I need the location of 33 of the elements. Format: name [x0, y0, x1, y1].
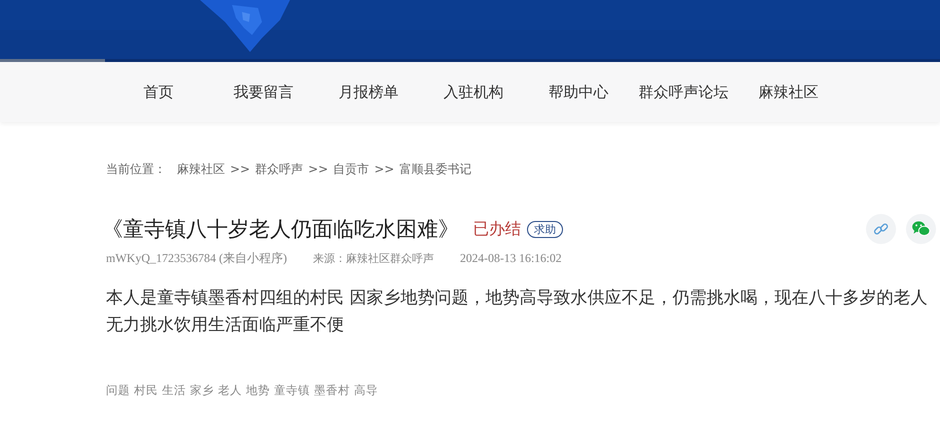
link-icon[interactable]: [866, 214, 896, 244]
post-time: 2024-08-13 16:16:02: [460, 250, 562, 266]
keyword-link[interactable]: 墨香村: [314, 383, 350, 398]
category-tag: 求助: [527, 220, 563, 238]
nav-link[interactable]: 首页: [106, 62, 211, 122]
breadcrumb-label: 当前位置：: [106, 160, 166, 178]
breadcrumb-separator: >>: [230, 162, 250, 176]
keyword-link[interactable]: 童寺镇: [274, 383, 310, 398]
breadcrumb-link[interactable]: 自贡市: [333, 160, 370, 178]
breadcrumb-link[interactable]: 群众呼声: [255, 160, 304, 178]
nav-link[interactable]: 月报榜单: [316, 62, 421, 122]
nav-link[interactable]: 入驻机构: [421, 62, 526, 122]
status-label: 已办结: [473, 218, 521, 240]
keyword-link[interactable]: 生活: [162, 383, 186, 398]
post-title: 《童寺镇八十岁老人仍面临吃水困难》: [102, 216, 459, 243]
breadcrumb-separator: >>: [308, 162, 328, 176]
breadcrumb-link[interactable]: 富顺县委书记: [399, 160, 472, 178]
author-text: mWKyQ_1723536784 (来自小程序): [106, 250, 287, 266]
breadcrumb-separator: >>: [374, 162, 394, 176]
nav-link[interactable]: 帮助中心: [526, 62, 631, 122]
source-text: 来源：麻辣社区群众呼声: [312, 250, 434, 266]
keyword-link[interactable]: 高导: [354, 383, 378, 398]
chat-bubbles-icon[interactable]: [906, 214, 936, 244]
nav-link[interactable]: 群众呼声论坛: [631, 62, 736, 122]
keyword-link[interactable]: 地势: [246, 383, 270, 398]
post-body: 本人是童寺镇墨香村四组的村民 因家乡地势问题，地势高导致水供应不足，仍需挑水喝，现在八十多岁的老人无力挑水饮用生活面临严重不便: [106, 287, 928, 337]
breadcrumb-link[interactable]: 麻辣社区: [177, 160, 225, 178]
keyword-link[interactable]: 村民: [134, 383, 158, 398]
keyword-link[interactable]: 问题: [106, 383, 130, 398]
keyword-link[interactable]: 家乡: [190, 383, 214, 398]
nav-link[interactable]: 麻辣社区: [736, 62, 841, 122]
keyword-link[interactable]: 老人: [218, 383, 242, 398]
nav-link[interactable]: 我要留言: [211, 62, 316, 122]
